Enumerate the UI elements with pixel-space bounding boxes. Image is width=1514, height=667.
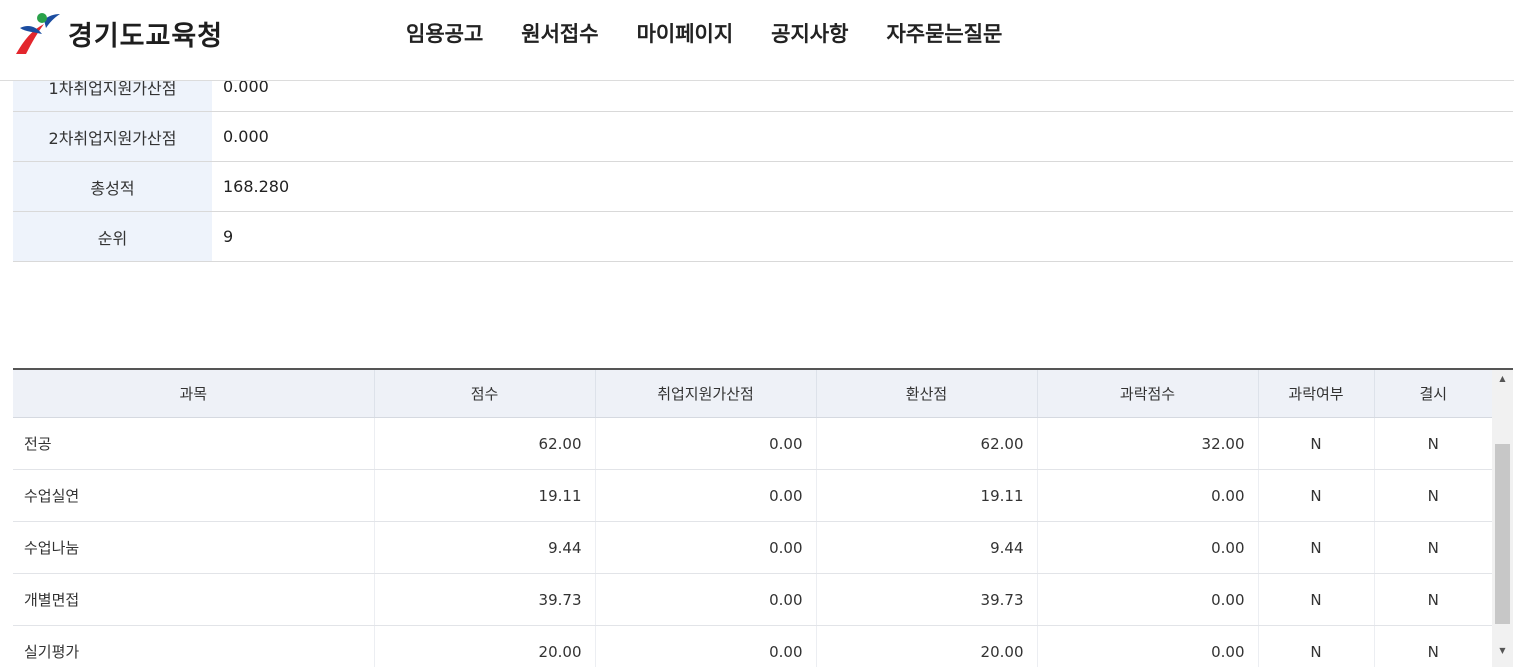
cell-score: 20.00	[374, 626, 595, 667]
cell-fail-status: N	[1258, 626, 1374, 667]
col-header-converted-score[interactable]: 환산점	[816, 370, 1037, 418]
cell-absent: N	[1374, 470, 1492, 522]
col-header-fail-status[interactable]: 과락여부	[1258, 370, 1374, 418]
cell-subject: 수업나눔	[13, 522, 374, 574]
cell-absent: N	[1374, 626, 1492, 667]
cell-score: 39.73	[374, 574, 595, 626]
cell-subject: 수업실연	[13, 470, 374, 522]
cell-fail-status: N	[1258, 470, 1374, 522]
site-header: 경기도교육청 임용공고 원서접수 마이페이지 공지사항 자주묻는질문	[0, 0, 1514, 81]
nav-job-notice[interactable]: 임용공고	[406, 18, 483, 48]
summary-row: 순위 9	[13, 212, 1513, 262]
summary-row: 총성적 168.280	[13, 162, 1513, 212]
table-row[interactable]: 수업나눔 9.44 0.00 9.44 0.00 N N	[13, 522, 1492, 574]
gyeonggi-emblem-icon	[14, 10, 64, 56]
cell-employment-bonus: 0.00	[595, 626, 816, 667]
cell-fail-score: 0.00	[1037, 470, 1258, 522]
nav-notice[interactable]: 공지사항	[771, 18, 848, 48]
summary-value: 168.280	[212, 162, 1513, 212]
table-row[interactable]: 수업실연 19.11 0.00 19.11 0.00 N N	[13, 470, 1492, 522]
subject-score-table: 과목 점수 취업지원가산점 환산점 과락점수 과락여부 결시 전공 62.00 …	[13, 370, 1492, 667]
summary-label: 순위	[13, 212, 212, 262]
col-header-score[interactable]: 점수	[374, 370, 595, 418]
col-header-fail-score[interactable]: 과락점수	[1037, 370, 1258, 418]
grid-header-row: 과목 점수 취업지원가산점 환산점 과락점수 과락여부 결시	[13, 370, 1492, 418]
cell-fail-status: N	[1258, 574, 1374, 626]
cell-employment-bonus: 0.00	[595, 418, 816, 470]
cell-fail-score: 0.00	[1037, 626, 1258, 667]
nav-mypage[interactable]: 마이페이지	[637, 18, 734, 48]
col-header-absent[interactable]: 결시	[1374, 370, 1492, 418]
col-header-employment-bonus[interactable]: 취업지원가산점	[595, 370, 816, 418]
subject-score-grid: 과목 점수 취업지원가산점 환산점 과락점수 과락여부 결시 전공 62.00 …	[13, 368, 1513, 667]
cell-fail-score: 0.00	[1037, 574, 1258, 626]
cell-score: 19.11	[374, 470, 595, 522]
col-header-subject[interactable]: 과목	[13, 370, 374, 418]
main-nav: 임용공고 원서접수 마이페이지 공지사항 자주묻는질문	[406, 18, 1002, 48]
cell-employment-bonus: 0.00	[595, 470, 816, 522]
cell-score: 9.44	[374, 522, 595, 574]
cell-subject: 전공	[13, 418, 374, 470]
cell-fail-score: 32.00	[1037, 418, 1258, 470]
grid-scrollbar[interactable]: ▲ ▼	[1492, 370, 1513, 667]
cell-subject: 개별면접	[13, 574, 374, 626]
site-logo[interactable]: 경기도교육청	[14, 10, 223, 56]
summary-label: 총성적	[13, 162, 212, 212]
scroll-down-arrow-icon[interactable]: ▼	[1492, 642, 1513, 659]
summary-value: 9	[212, 212, 1513, 262]
scroll-up-arrow-icon[interactable]: ▲	[1492, 370, 1513, 387]
nav-faq[interactable]: 자주묻는질문	[886, 18, 1002, 48]
scroll-thumb[interactable]	[1495, 444, 1510, 624]
cell-absent: N	[1374, 522, 1492, 574]
table-row[interactable]: 전공 62.00 0.00 62.00 32.00 N N	[13, 418, 1492, 470]
cell-converted-score: 9.44	[816, 522, 1037, 574]
table-row[interactable]: 개별면접 39.73 0.00 39.73 0.00 N N	[13, 574, 1492, 626]
summary-row: 2차취업지원가산점 0.000	[13, 112, 1513, 162]
cell-fail-score: 0.00	[1037, 522, 1258, 574]
cell-employment-bonus: 0.00	[595, 574, 816, 626]
cell-absent: N	[1374, 418, 1492, 470]
cell-absent: N	[1374, 574, 1492, 626]
cell-subject: 실기평가	[13, 626, 374, 667]
cell-converted-score: 20.00	[816, 626, 1037, 667]
logo-text: 경기도교육청	[68, 14, 223, 53]
nav-application[interactable]: 원서접수	[521, 18, 598, 48]
table-row[interactable]: 실기평가 20.00 0.00 20.00 0.00 N N	[13, 626, 1492, 667]
cell-converted-score: 19.11	[816, 470, 1037, 522]
cell-employment-bonus: 0.00	[595, 522, 816, 574]
cell-score: 62.00	[374, 418, 595, 470]
score-summary-table: 1차취업지원가산점 0.000 2차취업지원가산점 0.000 총성적 168.…	[13, 62, 1513, 262]
cell-converted-score: 39.73	[816, 574, 1037, 626]
summary-value: 0.000	[212, 112, 1513, 162]
summary-label: 2차취업지원가산점	[13, 112, 212, 162]
cell-converted-score: 62.00	[816, 418, 1037, 470]
cell-fail-status: N	[1258, 418, 1374, 470]
cell-fail-status: N	[1258, 522, 1374, 574]
